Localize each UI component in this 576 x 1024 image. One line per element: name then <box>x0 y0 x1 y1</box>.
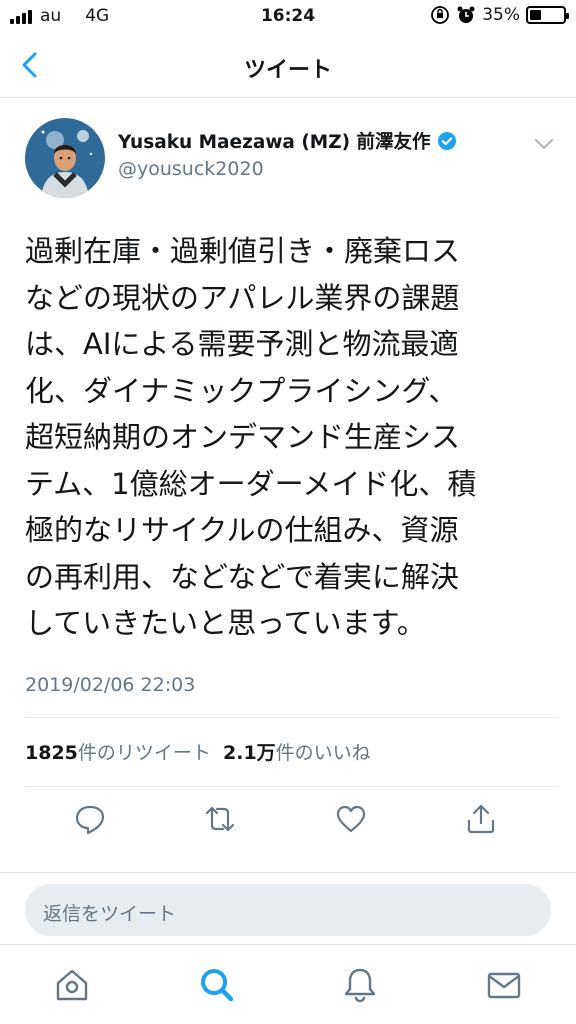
tweet-text-line: していきたいと思っています。 <box>25 606 426 640</box>
author-handle[interactable]: @yousuck2020 <box>118 158 264 180</box>
divider <box>25 717 557 718</box>
tweet-timestamp: 2019/02/06 22:03 <box>25 674 196 696</box>
tweet-text-line: 過剰在庫・過剰値引き・廃棄ロス <box>25 234 461 268</box>
retweet-icon[interactable] <box>203 802 237 836</box>
like-heart-icon[interactable] <box>334 802 368 836</box>
status-bar: au 4G 16:24 35% <box>0 0 576 36</box>
reply-icon[interactable] <box>73 802 107 836</box>
retweet-label[interactable]: 件のリツイート <box>78 742 211 764</box>
notifications-icon[interactable] <box>340 965 380 1005</box>
home-icon[interactable] <box>52 965 92 1005</box>
tweet-text-line: テム、1億総オーダーメイド化、積 <box>25 466 477 501</box>
retweet-count[interactable]: 1825 <box>25 742 78 764</box>
status-right: 35% <box>430 5 569 25</box>
tweet-text-line: の再利用、などなどで着実に解決 <box>25 559 459 594</box>
tweet-text-line: などの現状のアパレル業界の課題 <box>25 280 460 315</box>
tweet-text: 過剰在庫・過剰値引き・廃棄ロス などの現状のアパレル業界の課題 は、AIによる需… <box>25 228 553 647</box>
search-icon[interactable] <box>197 965 237 1005</box>
tweet-actions <box>0 798 576 842</box>
orientation-lock-icon <box>431 6 450 24</box>
page-title: ツイート <box>243 58 332 83</box>
alarm-icon <box>457 6 475 23</box>
divider <box>25 786 557 787</box>
battery-icon <box>526 6 569 24</box>
tab-bar <box>0 944 576 1024</box>
like-count[interactable]: 2.1万 <box>223 742 276 764</box>
like-label[interactable]: 件のいいね <box>276 742 371 764</box>
battery-percent: 35% <box>482 5 520 25</box>
chevron-down-icon[interactable] <box>532 134 556 154</box>
tweet-text-line: 超短納期のオンデマンド生産シス <box>25 420 461 454</box>
reply-input[interactable]: 返信をツイート <box>25 884 551 936</box>
tweet-text-line: 化、ダイナミックプライシング、 <box>25 373 458 408</box>
messages-icon[interactable] <box>484 965 524 1005</box>
nav-bar: ツイート <box>0 36 576 98</box>
verified-badge-icon <box>437 132 456 150</box>
author-name: Yusaku Maezawa (MZ) 前澤友作 <box>118 132 431 153</box>
tweet-stats: 1825件のリツイート 2.1万件のいいね <box>25 738 371 765</box>
avatar[interactable] <box>25 118 105 198</box>
battery-fill <box>530 10 542 20</box>
share-icon[interactable] <box>464 802 498 836</box>
tweet-text-line: 極的なリサイクルの仕組み、資源 <box>25 513 459 547</box>
reply-placeholder: 返信をツイート <box>43 903 177 925</box>
section-separator <box>0 872 576 873</box>
author-name-row[interactable]: Yusaku Maezawa (MZ) 前澤友作 <box>118 128 457 154</box>
tweet-text-line: は、AIによる需要予測と物流最適 <box>25 327 459 361</box>
